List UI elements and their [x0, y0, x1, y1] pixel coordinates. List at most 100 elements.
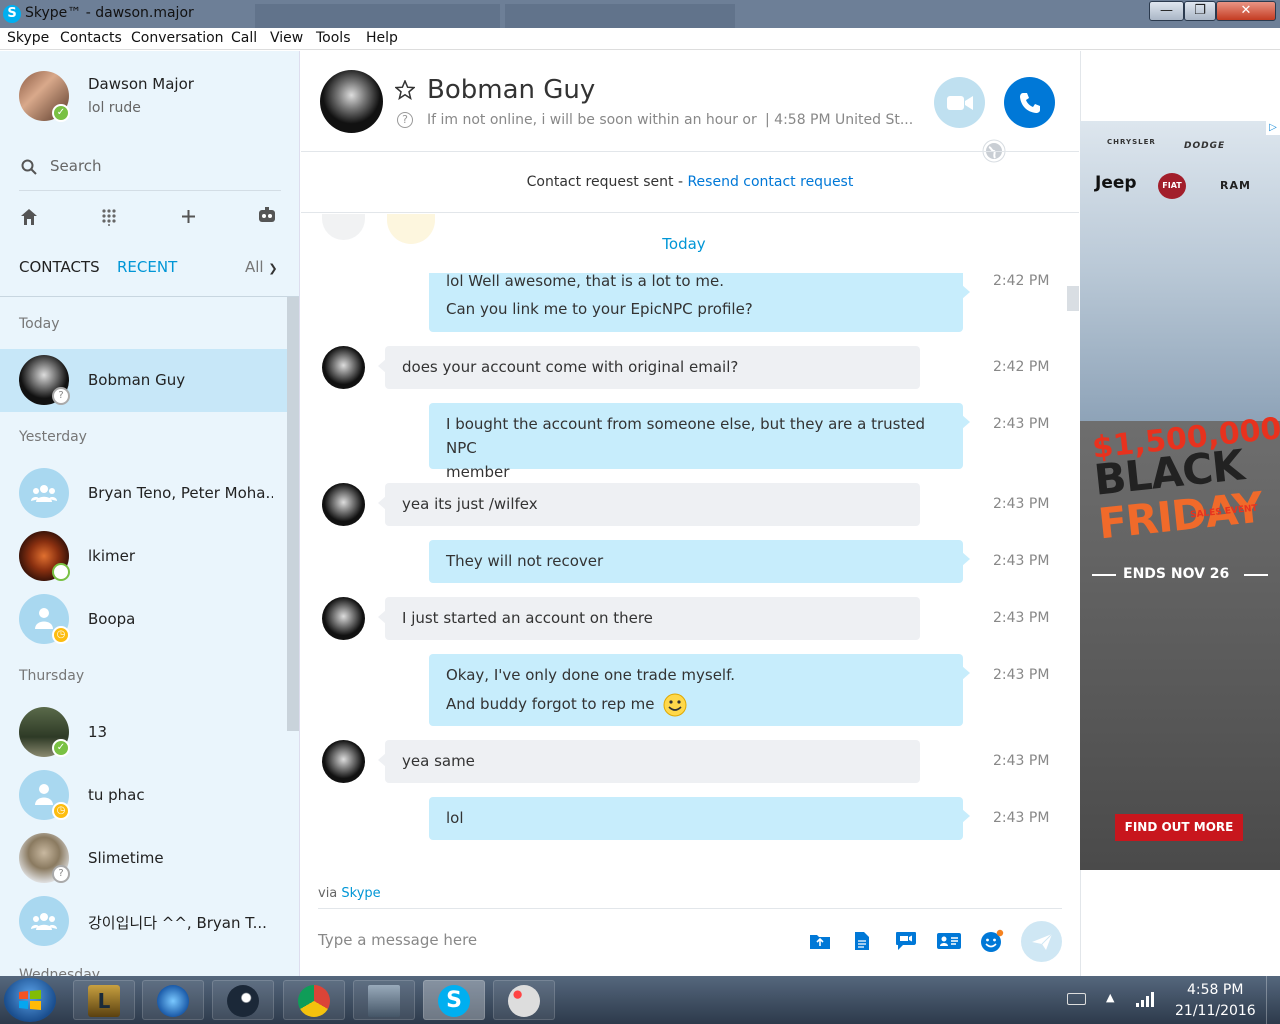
- chat-contact-name[interactable]: Bobman Guy: [427, 75, 595, 105]
- emoticon-icon[interactable]: [980, 929, 1004, 953]
- help-icon: ?: [397, 112, 413, 128]
- windows-taskbar: L S ▲ 4:58 PM 21/11/2016: [0, 976, 1280, 1024]
- chat-contact-avatar[interactable]: [320, 70, 383, 133]
- message-input[interactable]: Type a message here: [318, 931, 477, 949]
- message-outgoing[interactable]: lol Well awesome, that is a lot to me. C…: [429, 272, 970, 332]
- taskbar-clock-date[interactable]: 21/11/2016: [1175, 1003, 1256, 1019]
- resend-request-link[interactable]: Resend contact request: [687, 174, 853, 190]
- sidebar-divider: [0, 296, 299, 297]
- menu-contacts[interactable]: Contacts: [60, 30, 122, 46]
- tab-recent[interactable]: RECENT: [117, 258, 177, 276]
- section-header-thursday: Thursday: [19, 668, 85, 684]
- menu-help[interactable]: Help: [366, 30, 398, 46]
- home-icon[interactable]: [20, 208, 38, 226]
- skype-app-icon: S: [3, 5, 21, 23]
- dialpad-icon[interactable]: [101, 208, 117, 226]
- message-scrollbar-thumb[interactable]: [1067, 286, 1079, 311]
- ad-brand-fiat: FIAT: [1158, 173, 1186, 199]
- bot-icon[interactable]: [257, 207, 277, 225]
- taskbar-battlenet[interactable]: [142, 980, 204, 1020]
- ad-brand-chrysler: CHRYSLER: [1107, 138, 1156, 146]
- message-outgoing[interactable]: They will not recover: [429, 540, 970, 583]
- message-outgoing[interactable]: I bought the account from someone else, …: [429, 403, 970, 481]
- search-box[interactable]: Search: [19, 151, 281, 191]
- message-line: does your account come with original ema…: [402, 358, 739, 376]
- recent-item-slimetime[interactable]: ? Slimetime: [0, 827, 287, 890]
- message-incoming[interactable]: does your account come with original ema…: [378, 346, 920, 389]
- message-line: Okay, I've only done one trade myself.: [446, 666, 736, 684]
- search-icon: [21, 159, 37, 175]
- star-icon[interactable]: [395, 80, 415, 100]
- menu-call[interactable]: Call: [231, 30, 257, 46]
- recent-item-group-korean[interactable]: 강이입니다 ^^, Bryan T...: [0, 890, 287, 953]
- menu-skype[interactable]: Skype: [7, 30, 49, 46]
- offline-status-icon: [52, 563, 70, 581]
- audio-call-button[interactable]: [1004, 77, 1055, 128]
- audio-call-icon: [1020, 93, 1040, 113]
- video-message-icon[interactable]: [895, 931, 917, 951]
- chevron-down-icon: ❯: [268, 262, 278, 275]
- start-button[interactable]: [4, 978, 56, 1022]
- message-line: lol Well awesome, that is a lot to me.: [446, 272, 724, 290]
- taskbar-clock-time[interactable]: 4:58 PM: [1187, 982, 1243, 998]
- group-avatar: [19, 468, 69, 518]
- minimize-button[interactable]: —: [1149, 1, 1184, 21]
- send-button[interactable]: [1021, 921, 1062, 962]
- document-icon[interactable]: [854, 931, 870, 951]
- recent-item-lkimer[interactable]: lkimer: [0, 525, 287, 588]
- taskbar-task-manager[interactable]: [353, 980, 415, 1020]
- window-title: Skype™ - dawson.major: [25, 5, 194, 21]
- network-signal-icon[interactable]: [1136, 991, 1154, 1007]
- via-skype-link[interactable]: Skype: [341, 886, 380, 901]
- message-incoming[interactable]: I just started an account on there: [378, 597, 920, 640]
- menu-conversation[interactable]: Conversation: [131, 30, 224, 46]
- taskbar-league-of-legends[interactable]: L: [73, 980, 135, 1020]
- person-icon: [35, 784, 53, 805]
- taskbar-paint[interactable]: [493, 980, 555, 1020]
- recent-item-bobman-guy[interactable]: ? Bobman Guy: [0, 349, 287, 412]
- recent-item-boopa[interactable]: ◷ Boopa: [0, 588, 287, 651]
- taskbar-chrome[interactable]: [283, 980, 345, 1020]
- unknown-status-icon: ?: [52, 865, 70, 883]
- message-incoming[interactable]: yea same: [378, 740, 920, 783]
- keyboard-icon[interactable]: [1067, 993, 1086, 1005]
- tab-contacts[interactable]: CONTACTS: [19, 258, 100, 276]
- message-line: I just started an account on there: [402, 609, 653, 627]
- send-file-icon[interactable]: [809, 932, 831, 950]
- chat-contact-local-time: | 4:58 PM United St...: [765, 112, 914, 128]
- profile-name[interactable]: Dawson Major: [88, 75, 194, 93]
- message-outgoing[interactable]: lol: [429, 797, 970, 840]
- contact-name: Boopa: [88, 610, 136, 628]
- background-window-tab: [255, 4, 500, 28]
- ad-road-background: [1080, 121, 1280, 421]
- message-incoming[interactable]: yea its just /wilfex: [378, 483, 920, 526]
- taskbar-steam[interactable]: [212, 980, 274, 1020]
- recent-item-13[interactable]: ✓ 13: [0, 701, 287, 764]
- recent-item-group-bryan[interactable]: Bryan Teno, Peter Moha...: [0, 462, 287, 525]
- menu-tools[interactable]: Tools: [316, 30, 351, 46]
- taskbar-skype[interactable]: S: [423, 980, 485, 1020]
- search-placeholder: Search: [50, 157, 102, 175]
- ad-find-out-more-button[interactable]: FIND OUT MORE: [1115, 814, 1243, 841]
- close-button[interactable]: ✕: [1216, 1, 1276, 21]
- maximize-button[interactable]: ❐: [1184, 1, 1216, 21]
- section-header-yesterday: Yesterday: [19, 429, 87, 445]
- show-hidden-icons-icon[interactable]: ▲: [1106, 991, 1114, 1004]
- filter-dropdown[interactable]: All ❯: [245, 258, 278, 276]
- show-desktop-button[interactable]: [1266, 976, 1280, 1024]
- recent-item-tu-phac[interactable]: ◷ tu phac: [0, 764, 287, 827]
- message-line: yea same: [402, 752, 475, 770]
- profile-mood[interactable]: lol rude: [88, 100, 141, 116]
- skype-icon: S: [438, 985, 470, 1017]
- sidebar-scrollbar[interactable]: [287, 297, 299, 731]
- add-icon[interactable]: [181, 209, 196, 224]
- advertisement[interactable]: ▷ CHRYSLER DODGE Jeep FIAT RAM $1,500,00…: [1080, 121, 1280, 870]
- video-call-button[interactable]: [934, 77, 985, 128]
- contact-card-icon[interactable]: [937, 933, 961, 949]
- adchoices-icon[interactable]: ▷: [1266, 121, 1280, 135]
- message-sender-avatar: [322, 483, 365, 526]
- send-icon: [1032, 933, 1053, 950]
- message-outgoing[interactable]: Okay, I've only done one trade myself. A…: [429, 654, 970, 726]
- message-timestamp: 2:43 PM: [993, 416, 1050, 432]
- menu-view[interactable]: View: [270, 30, 303, 46]
